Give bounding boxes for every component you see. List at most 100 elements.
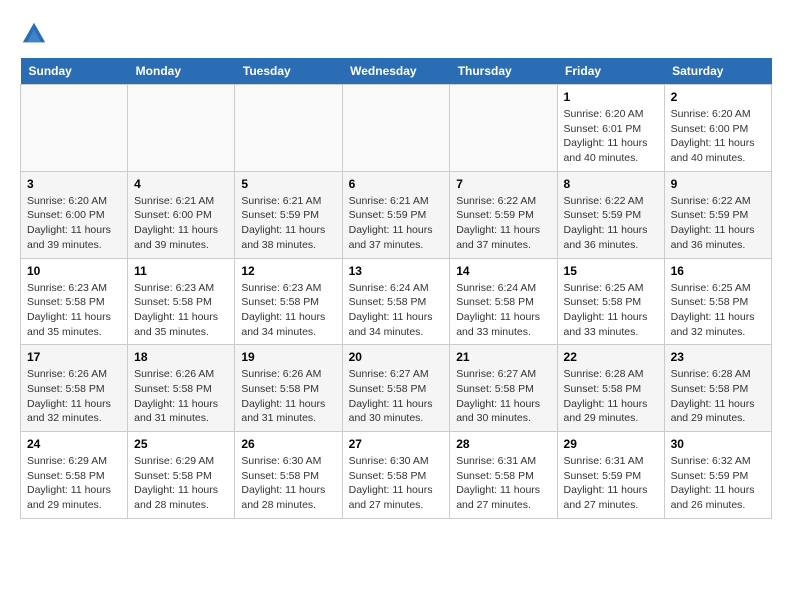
calendar-cell: 22 Sunrise: 6:28 AMSunset: 5:58 PMDayligh…	[557, 345, 664, 432]
calendar-cell: 30 Sunrise: 6:32 AMSunset: 5:59 PMDayligh…	[664, 432, 771, 519]
day-info: Sunrise: 6:30 AMSunset: 5:58 PMDaylight:…	[349, 454, 444, 513]
calendar-cell: 25 Sunrise: 6:29 AMSunset: 5:58 PMDayligh…	[128, 432, 235, 519]
col-header-monday: Monday	[128, 58, 235, 85]
day-info: Sunrise: 6:22 AMSunset: 5:59 PMDaylight:…	[671, 194, 765, 253]
day-number: 27	[349, 437, 444, 451]
day-number: 16	[671, 264, 765, 278]
calendar-cell: 2 Sunrise: 6:20 AMSunset: 6:00 PMDaylight…	[664, 85, 771, 172]
day-number: 15	[564, 264, 658, 278]
logo	[20, 20, 52, 48]
day-number: 23	[671, 350, 765, 364]
day-number: 19	[241, 350, 335, 364]
day-info: Sunrise: 6:21 AMSunset: 5:59 PMDaylight:…	[349, 194, 444, 253]
day-number: 1	[564, 90, 658, 104]
calendar-cell: 14 Sunrise: 6:24 AMSunset: 5:58 PMDayligh…	[450, 258, 557, 345]
day-info: Sunrise: 6:31 AMSunset: 5:58 PMDaylight:…	[456, 454, 550, 513]
calendar-cell	[235, 85, 342, 172]
day-number: 9	[671, 177, 765, 191]
day-info: Sunrise: 6:20 AMSunset: 6:00 PMDaylight:…	[671, 107, 765, 166]
day-number: 8	[564, 177, 658, 191]
calendar-cell: 21 Sunrise: 6:27 AMSunset: 5:58 PMDayligh…	[450, 345, 557, 432]
calendar-cell: 28Sunrise: 6:31 AMSunset: 5:58 PMDayligh…	[450, 432, 557, 519]
col-header-saturday: Saturday	[664, 58, 771, 85]
calendar-cell	[128, 85, 235, 172]
day-info: Sunrise: 6:23 AMSunset: 5:58 PMDaylight:…	[27, 281, 121, 340]
day-number: 21	[456, 350, 550, 364]
day-info: Sunrise: 6:23 AMSunset: 5:58 PMDaylight:…	[134, 281, 228, 340]
calendar-cell: 4 Sunrise: 6:21 AMSunset: 6:00 PMDaylight…	[128, 171, 235, 258]
calendar-cell	[450, 85, 557, 172]
day-number: 24	[27, 437, 121, 451]
day-info: Sunrise: 6:29 AMSunset: 5:58 PMDaylight:…	[134, 454, 228, 513]
calendar-cell: 12Sunrise: 6:23 AMSunset: 5:58 PMDayligh…	[235, 258, 342, 345]
col-header-thursday: Thursday	[450, 58, 557, 85]
day-number: 12	[241, 264, 335, 278]
day-number: 10	[27, 264, 121, 278]
calendar-cell: 8 Sunrise: 6:22 AMSunset: 5:59 PMDaylight…	[557, 171, 664, 258]
calendar-cell: 1 Sunrise: 6:20 AMSunset: 6:01 PMDaylight…	[557, 85, 664, 172]
day-number: 25	[134, 437, 228, 451]
day-info: Sunrise: 6:24 AMSunset: 5:58 PMDaylight:…	[456, 281, 550, 340]
day-info: Sunrise: 6:28 AMSunset: 5:58 PMDaylight:…	[671, 367, 765, 426]
day-info: Sunrise: 6:20 AMSunset: 6:01 PMDaylight:…	[564, 107, 658, 166]
col-header-friday: Friday	[557, 58, 664, 85]
logo-icon	[20, 20, 48, 48]
day-number: 20	[349, 350, 444, 364]
day-number: 11	[134, 264, 228, 278]
day-info: Sunrise: 6:29 AMSunset: 5:58 PMDaylight:…	[27, 454, 121, 513]
calendar-cell: 29 Sunrise: 6:31 AMSunset: 5:59 PMDayligh…	[557, 432, 664, 519]
day-info: Sunrise: 6:25 AMSunset: 5:58 PMDaylight:…	[671, 281, 765, 340]
day-info: Sunrise: 6:32 AMSunset: 5:59 PMDaylight:…	[671, 454, 765, 513]
calendar-cell: 20Sunrise: 6:27 AMSunset: 5:58 PMDayligh…	[342, 345, 450, 432]
calendar-cell	[21, 85, 128, 172]
day-info: Sunrise: 6:26 AMSunset: 5:58 PMDaylight:…	[27, 367, 121, 426]
calendar-header-row: SundayMondayTuesdayWednesdayThursdayFrid…	[21, 58, 772, 85]
calendar-cell: 18Sunrise: 6:26 AMSunset: 5:58 PMDayligh…	[128, 345, 235, 432]
day-info: Sunrise: 6:22 AMSunset: 5:59 PMDaylight:…	[456, 194, 550, 253]
day-number: 5	[241, 177, 335, 191]
calendar-cell: 19 Sunrise: 6:26 AMSunset: 5:58 PMDayligh…	[235, 345, 342, 432]
calendar-cell: 3 Sunrise: 6:20 AMSunset: 6:00 PMDaylight…	[21, 171, 128, 258]
day-info: Sunrise: 6:31 AMSunset: 5:59 PMDaylight:…	[564, 454, 658, 513]
day-info: Sunrise: 6:22 AMSunset: 5:59 PMDaylight:…	[564, 194, 658, 253]
day-info: Sunrise: 6:21 AMSunset: 6:00 PMDaylight:…	[134, 194, 228, 253]
calendar-week-1: 1 Sunrise: 6:20 AMSunset: 6:01 PMDaylight…	[21, 85, 772, 172]
calendar-cell	[342, 85, 450, 172]
day-number: 14	[456, 264, 550, 278]
day-info: Sunrise: 6:25 AMSunset: 5:58 PMDaylight:…	[564, 281, 658, 340]
day-info: Sunrise: 6:26 AMSunset: 5:58 PMDaylight:…	[241, 367, 335, 426]
day-info: Sunrise: 6:27 AMSunset: 5:58 PMDaylight:…	[456, 367, 550, 426]
calendar: SundayMondayTuesdayWednesdayThursdayFrid…	[20, 58, 772, 519]
day-info: Sunrise: 6:21 AMSunset: 5:59 PMDaylight:…	[241, 194, 335, 253]
day-number: 29	[564, 437, 658, 451]
page-header	[20, 20, 772, 48]
calendar-cell: 27 Sunrise: 6:30 AMSunset: 5:58 PMDayligh…	[342, 432, 450, 519]
calendar-cell: 17 Sunrise: 6:26 AMSunset: 5:58 PMDayligh…	[21, 345, 128, 432]
day-number: 13	[349, 264, 444, 278]
calendar-cell: 23 Sunrise: 6:28 AMSunset: 5:58 PMDayligh…	[664, 345, 771, 432]
col-header-tuesday: Tuesday	[235, 58, 342, 85]
day-number: 7	[456, 177, 550, 191]
calendar-week-4: 17 Sunrise: 6:26 AMSunset: 5:58 PMDayligh…	[21, 345, 772, 432]
day-number: 3	[27, 177, 121, 191]
day-info: Sunrise: 6:24 AMSunset: 5:58 PMDaylight:…	[349, 281, 444, 340]
day-number: 4	[134, 177, 228, 191]
day-number: 26	[241, 437, 335, 451]
calendar-cell: 16 Sunrise: 6:25 AMSunset: 5:58 PMDayligh…	[664, 258, 771, 345]
day-number: 22	[564, 350, 658, 364]
day-info: Sunrise: 6:30 AMSunset: 5:58 PMDaylight:…	[241, 454, 335, 513]
calendar-cell: 6 Sunrise: 6:21 AMSunset: 5:59 PMDaylight…	[342, 171, 450, 258]
calendar-cell: 10 Sunrise: 6:23 AMSunset: 5:58 PMDayligh…	[21, 258, 128, 345]
day-info: Sunrise: 6:20 AMSunset: 6:00 PMDaylight:…	[27, 194, 121, 253]
day-info: Sunrise: 6:28 AMSunset: 5:58 PMDaylight:…	[564, 367, 658, 426]
calendar-week-2: 3 Sunrise: 6:20 AMSunset: 6:00 PMDaylight…	[21, 171, 772, 258]
calendar-cell: 13 Sunrise: 6:24 AMSunset: 5:58 PMDayligh…	[342, 258, 450, 345]
day-number: 6	[349, 177, 444, 191]
calendar-cell: 11 Sunrise: 6:23 AMSunset: 5:58 PMDayligh…	[128, 258, 235, 345]
day-number: 30	[671, 437, 765, 451]
day-number: 18	[134, 350, 228, 364]
day-number: 2	[671, 90, 765, 104]
calendar-cell: 9 Sunrise: 6:22 AMSunset: 5:59 PMDaylight…	[664, 171, 771, 258]
day-number: 17	[27, 350, 121, 364]
calendar-cell: 5 Sunrise: 6:21 AMSunset: 5:59 PMDaylight…	[235, 171, 342, 258]
